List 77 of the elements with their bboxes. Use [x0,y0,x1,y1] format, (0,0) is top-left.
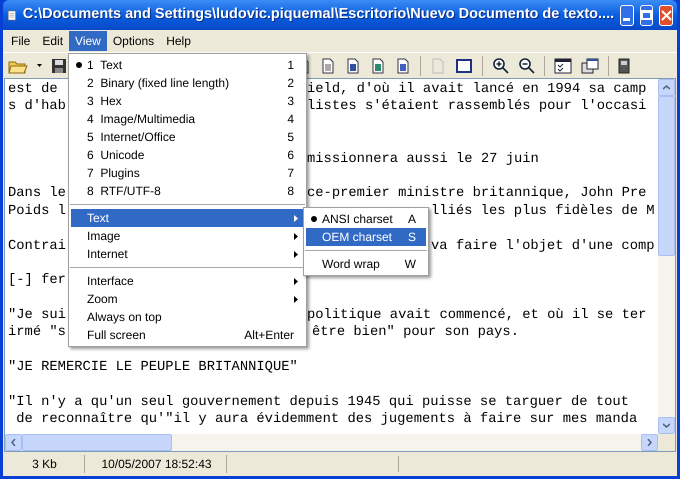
document-text: Contrai [8,238,66,254]
document-text: politique avait commencé, et où il se ter [307,307,646,324]
document-text: Poids l [8,204,66,219]
maximize-button[interactable] [640,4,654,26]
menu-item[interactable]: Word wrap W [306,255,426,273]
menu-item[interactable]: 6 Unicode 6 [71,146,304,164]
menu-item[interactable]: 7 Plugins 7 [71,164,304,182]
menu-item[interactable]: 3 Hex 3 [71,92,304,110]
chevron-down-icon [663,423,670,428]
document-icon[interactable] [395,58,411,74]
chevron-right-icon [647,439,652,446]
scroll-thumb[interactable] [658,96,675,256]
submenu-arrow-icon [294,214,298,222]
document-icon[interactable] [345,58,361,74]
document-icon[interactable] [370,58,386,74]
vertical-scrollbar[interactable] [658,79,675,434]
menu-item[interactable]: Internet [71,245,304,263]
menu-item[interactable]: Interface [71,272,304,290]
scroll-up-button[interactable] [658,79,675,96]
menu-item[interactable]: 1 Text 1 [71,56,304,74]
scroll-down-button[interactable] [658,417,675,434]
document-text: listes s'étaient rassemblés pour l'occasi [307,98,646,116]
menu-item[interactable]: Text [71,209,304,227]
document-text: irmé "s [8,325,66,340]
document-text: est de [8,82,58,97]
document-text: [-] fer [8,273,66,288]
document-text: s d'hab [8,99,66,114]
windows-icon[interactable] [581,58,599,74]
dropdown-caret-icon[interactable] [37,64,42,67]
status-panel: 3 Kb [5,455,85,473]
menu-item[interactable]: OEM charset S [306,228,426,246]
menu-bar-item[interactable]: Options [106,31,160,51]
checklist-window-icon[interactable] [554,58,572,74]
menu-item[interactable]: Image [71,227,304,245]
close-button[interactable] [659,4,674,26]
zoom-out-icon[interactable] [518,57,535,74]
document-text: ield, d'où il avait lancé en 1994 sa camp [307,81,646,98]
scroll-right-button[interactable] [641,434,658,451]
menu-item[interactable]: 2 Binary (fixed line length) 2 [71,74,304,92]
horizontal-scrollbar[interactable] [5,434,658,451]
chevron-up-icon [663,85,670,90]
menu-item[interactable]: Always on top [71,308,304,326]
menu-bar-item[interactable]: Edit [36,31,70,51]
document-icon[interactable] [320,58,336,74]
document-text: Dans le [8,186,66,202]
menu-item[interactable]: ANSI charset A [306,210,426,228]
document-text: ce-premier ministre britannique, John Pre [307,185,646,203]
submenu-arrow-icon [294,250,298,258]
document-text: lliés les plus fidèles de M [431,202,655,220]
window-title: C:\Documents and Settings\ludovic.piquemal\Escritorio\Nuevo Documento de texto.... [22,5,614,24]
document-text: va faire l'objet d'une comp [431,238,655,255]
submenu-arrow-icon [294,232,298,240]
document-text: "Il n'y a qu'un seul gouvernement depuis 1945 qui puisse se targuer de tout [8,395,629,410]
menu-bar-item[interactable]: File [5,31,36,51]
menu-item[interactable]: 5 Internet/Office 5 [71,128,304,146]
document-text: de reconnaître qu'"il y aura évidemment des jugements à faire sur mes manda [15,412,638,428]
status-panel: 10/05/2007 18:52:43 [87,455,227,473]
document-text: "Je sui [8,308,66,324]
calculator-icon[interactable] [618,58,630,74]
scroll-thumb[interactable] [22,434,172,451]
submenu-arrow-icon [294,278,298,284]
zoom-in-icon[interactable] [492,57,509,74]
submenu-arrow-icon [294,296,298,302]
chevron-left-icon [11,439,16,446]
save-icon[interactable] [51,58,67,74]
scroll-left-button[interactable] [5,434,22,451]
fit-window-icon[interactable] [455,58,473,74]
minimize-button[interactable] [620,4,634,26]
menu-item[interactable]: 8 RTF/UTF-8 8 [71,182,304,200]
menu-item[interactable]: Full screen Alt+Enter [71,326,304,344]
menu-bar-item[interactable]: View [69,31,107,51]
menu-item[interactable]: 4 Image/Multimedia 4 [71,110,304,128]
document-text: "JE REMERCIE LE PEUPLE BRITANNIQUE" [8,360,298,376]
document-text: missionnera aussi le 27 juin [307,150,539,168]
document-text: être bien" pour son pays. [312,324,519,342]
menu-item[interactable]: Zoom [71,290,304,308]
menu-bar-item[interactable]: Help [160,31,197,51]
